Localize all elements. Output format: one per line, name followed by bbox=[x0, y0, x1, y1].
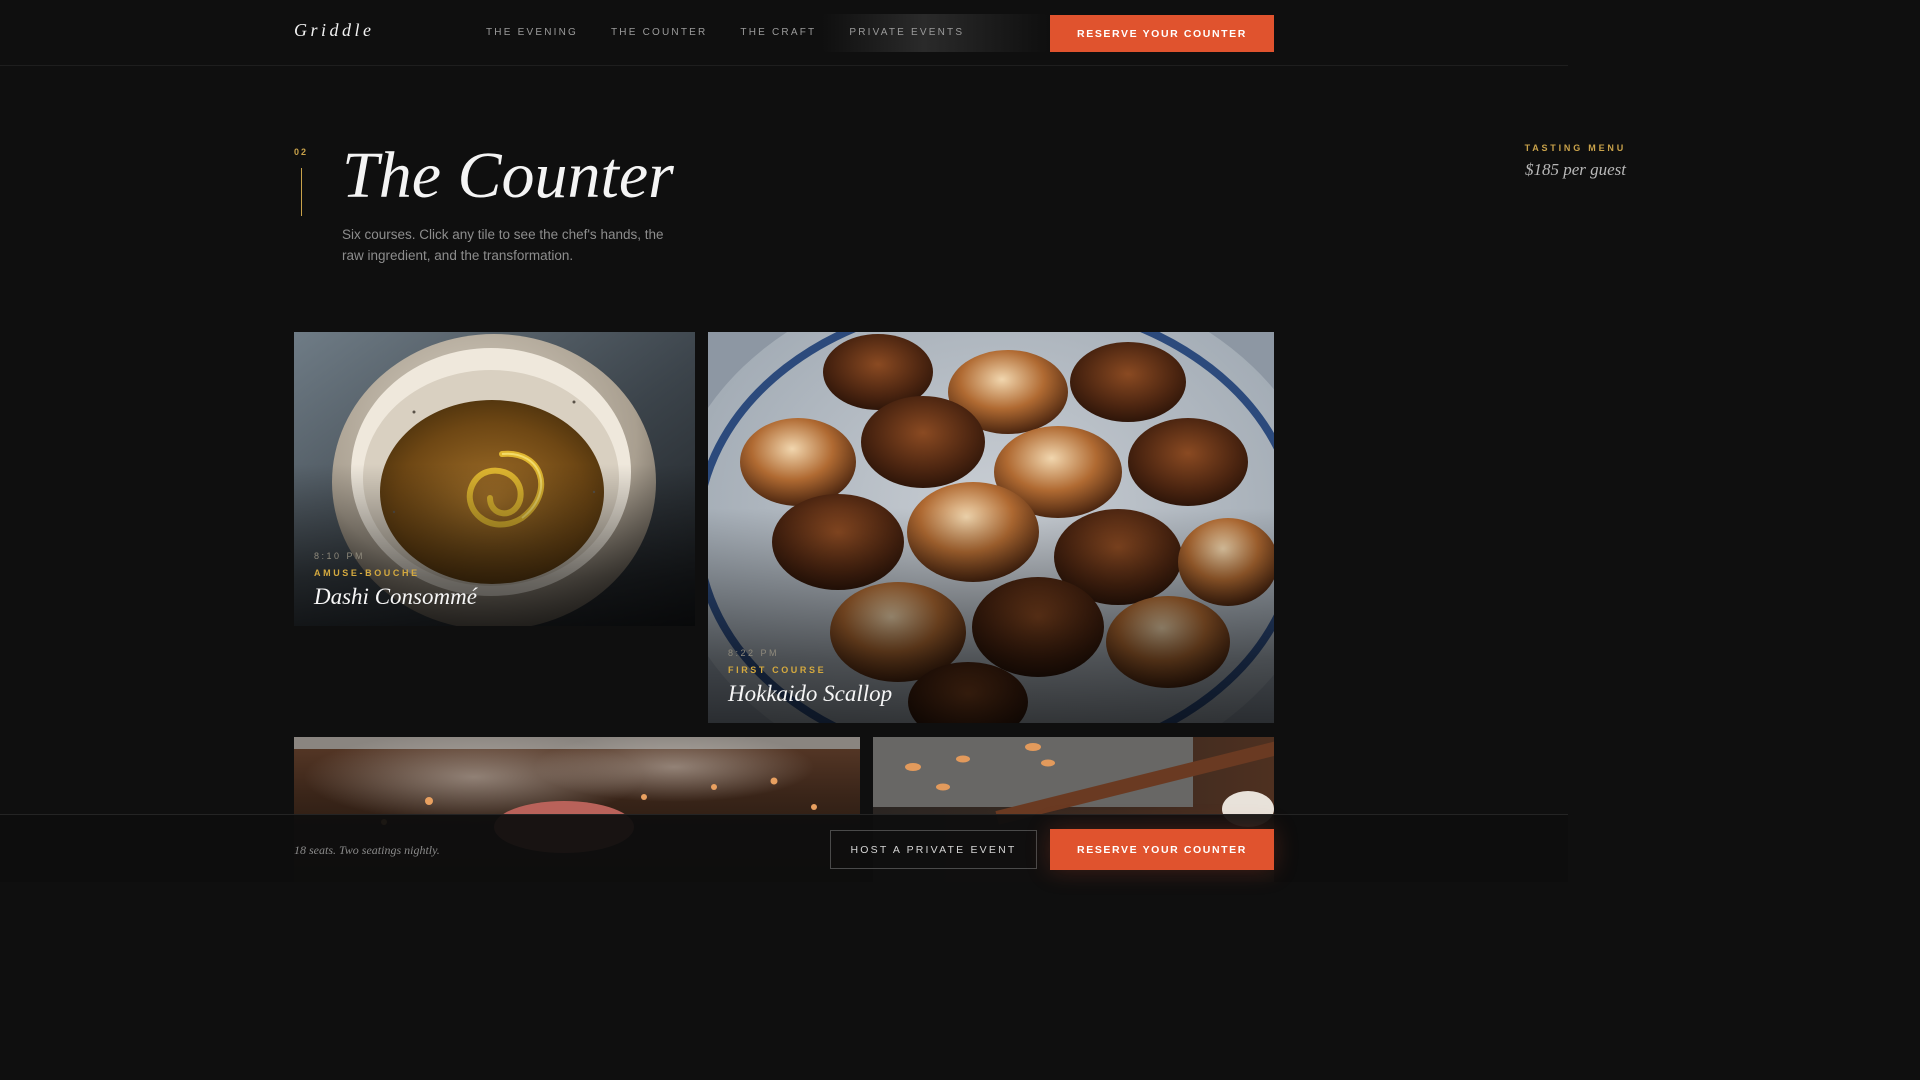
top-navigation: Griddle THE EVENING THE COUNTER THE CRAF… bbox=[0, 0, 1568, 66]
tile-caption: 8:22 PM FIRST COURSE Hokkaido Scallop bbox=[728, 648, 892, 707]
nav-links: THE EVENING THE COUNTER THE CRAFT PRIVAT… bbox=[486, 27, 997, 38]
course-tile-dashi[interactable]: 8:10 PM AMUSE-BOUCHE Dashi Consommé bbox=[294, 332, 695, 626]
course-label: AMUSE-BOUCHE bbox=[314, 568, 420, 578]
tasting-menu-label: TASTING MENU bbox=[1524, 143, 1626, 153]
dish-name: Hokkaido Scallop bbox=[728, 681, 893, 706]
brand-logo[interactable]: Griddle bbox=[294, 20, 375, 41]
page-title: The Counter bbox=[342, 139, 674, 212]
course-time: 8:22 PM bbox=[728, 648, 780, 658]
section-divider bbox=[301, 168, 302, 216]
tasting-menu-price: $185 per guest bbox=[1524, 160, 1626, 179]
tile-caption: 8:10 PM AMUSE-BOUCHE Dashi Consommé bbox=[314, 551, 477, 610]
dish-name: Dashi Consommé bbox=[314, 584, 477, 609]
nav-link-the-craft[interactable]: THE CRAFT bbox=[740, 27, 816, 38]
host-private-event-button[interactable]: HOST A PRIVATE EVENT bbox=[830, 830, 1037, 869]
nav-link-the-evening[interactable]: THE EVENING bbox=[486, 27, 578, 38]
reserve-counter-button[interactable]: RESERVE YOUR COUNTER bbox=[1050, 15, 1274, 52]
course-tile-scallop[interactable]: 8:22 PM FIRST COURSE Hokkaido Scallop bbox=[708, 332, 1274, 723]
sticky-reservation-bar: 18 seats. Two seatings nightly. HOST A P… bbox=[0, 814, 1568, 882]
section-number: 02 bbox=[294, 147, 309, 157]
nav-link-the-counter[interactable]: THE COUNTER bbox=[611, 27, 707, 38]
reserve-counter-button-bottom[interactable]: RESERVE YOUR COUNTER bbox=[1050, 829, 1274, 870]
nav-link-private-events[interactable]: PRIVATE EVENTS bbox=[849, 27, 964, 38]
course-label: FIRST COURSE bbox=[728, 665, 827, 675]
course-time: 8:10 PM bbox=[314, 551, 366, 561]
seats-info: 18 seats. Two seatings nightly. bbox=[294, 843, 440, 857]
page-subtitle: Six courses. Click any tile to see the c… bbox=[342, 227, 664, 263]
